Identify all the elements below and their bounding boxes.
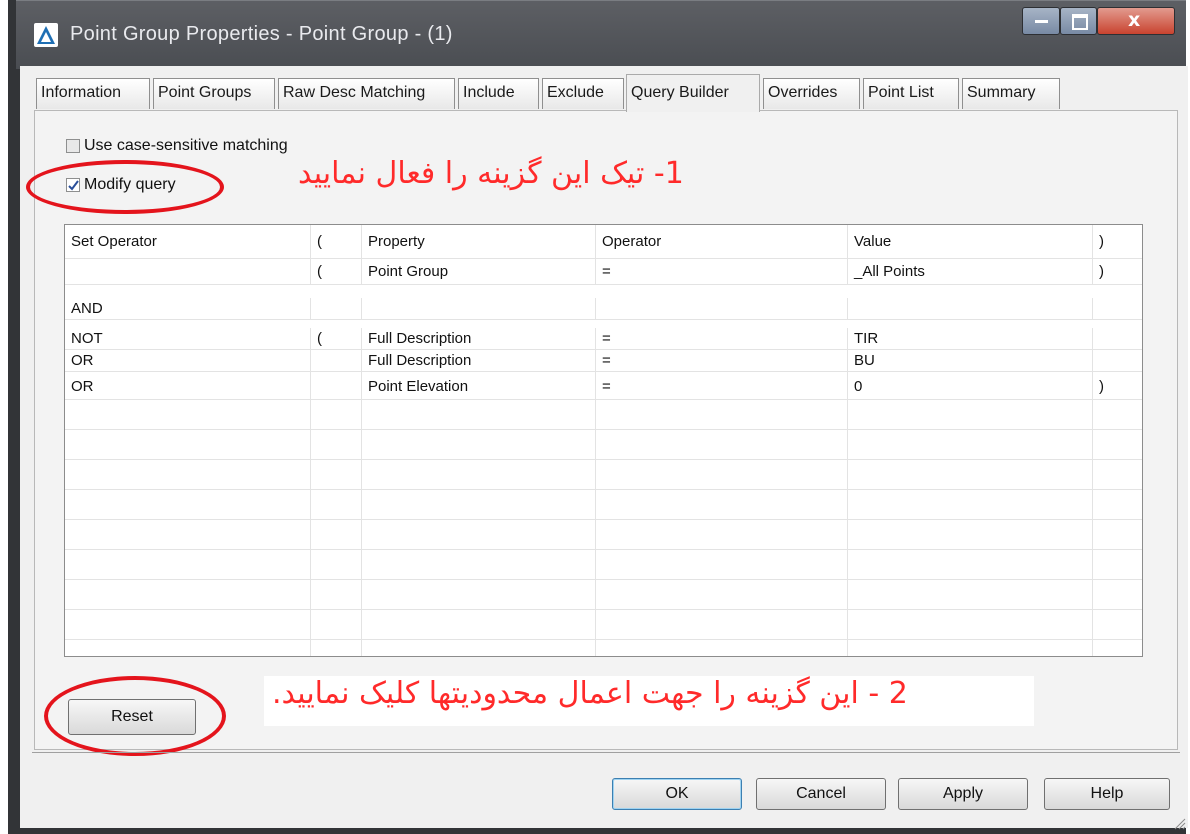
column-header-value[interactable]: Value bbox=[848, 225, 1093, 258]
query-grid[interactable]: Set Operator ( Property Operator Value )… bbox=[64, 224, 1143, 657]
cell-operator[interactable]: = bbox=[596, 350, 848, 371]
tab-information[interactable]: Information bbox=[36, 78, 150, 109]
cell-close-paren[interactable] bbox=[1093, 328, 1142, 349]
help-button[interactable]: Help bbox=[1044, 778, 1170, 810]
cell-operator[interactable] bbox=[596, 298, 848, 319]
cell-value[interactable]: _All Points bbox=[848, 259, 1093, 284]
window-title: Point Group Properties - Point Group - (… bbox=[70, 23, 453, 45]
close-icon: x bbox=[1128, 9, 1141, 31]
cell-operator[interactable]: = bbox=[596, 372, 848, 399]
cell-set-operator[interactable]: OR bbox=[65, 372, 311, 399]
cell-property[interactable]: Full Description bbox=[362, 328, 596, 349]
cell-set-operator[interactable] bbox=[65, 259, 311, 284]
column-header-set-operator[interactable]: Set Operator bbox=[65, 225, 311, 258]
title-bar[interactable]: Point Group Properties - Point Group - (… bbox=[16, 0, 1186, 69]
cell-value[interactable]: 0 bbox=[848, 372, 1093, 399]
cell-operator[interactable]: = bbox=[596, 328, 848, 349]
annotation-step-2: 2 - این گزینه را جهت اعمال محدودیتها کلی… bbox=[272, 676, 908, 711]
tab-exclude[interactable]: Exclude bbox=[542, 78, 624, 109]
tab-raw-desc-matching[interactable]: Raw Desc Matching bbox=[278, 78, 455, 109]
close-button[interactable]: x bbox=[1097, 7, 1175, 35]
footer-separator bbox=[32, 752, 1180, 753]
tab-overrides[interactable]: Overrides bbox=[763, 78, 860, 109]
empty-row bbox=[65, 640, 1142, 656]
cell-open-paren[interactable]: ( bbox=[311, 328, 362, 349]
tab-point-list[interactable]: Point List bbox=[863, 78, 959, 109]
cell-set-operator[interactable]: NOT bbox=[65, 328, 311, 349]
annotation-step-1: 1- تیک این گزینه را فعال نمایید bbox=[298, 156, 684, 191]
table-row[interactable]: OR Point Elevation = 0 ) bbox=[65, 372, 1142, 400]
tab-strip: Information Point Groups Raw Desc Matchi… bbox=[36, 74, 1086, 112]
column-header-close-paren[interactable]: ) bbox=[1093, 225, 1142, 258]
cell-close-paren[interactable] bbox=[1093, 298, 1142, 319]
cell-set-operator[interactable]: AND bbox=[65, 298, 311, 319]
cell-set-operator[interactable]: OR bbox=[65, 350, 311, 371]
column-header-open-paren[interactable]: ( bbox=[311, 225, 362, 258]
ok-button[interactable]: OK bbox=[612, 778, 742, 810]
table-row[interactable]: OR Full Description = BU bbox=[65, 350, 1142, 372]
empty-row bbox=[65, 580, 1142, 610]
empty-row bbox=[65, 430, 1142, 460]
column-header-property[interactable]: Property bbox=[362, 225, 596, 258]
minimize-icon bbox=[1035, 20, 1048, 23]
case-sensitive-checkbox-row[interactable]: Use case-sensitive matching bbox=[66, 137, 288, 155]
cell-close-paren[interactable] bbox=[1093, 350, 1142, 371]
table-row[interactable]: ( Point Group = _All Points ) bbox=[65, 259, 1142, 285]
tab-query-builder[interactable]: Query Builder bbox=[626, 74, 760, 112]
tab-point-groups[interactable]: Point Groups bbox=[153, 78, 275, 109]
maximize-icon bbox=[1072, 14, 1088, 30]
cell-close-paren[interactable]: ) bbox=[1093, 372, 1142, 399]
cell-property[interactable] bbox=[362, 298, 596, 319]
grid-header-row: Set Operator ( Property Operator Value ) bbox=[65, 225, 1142, 259]
cell-value[interactable]: TIR bbox=[848, 328, 1093, 349]
empty-row bbox=[65, 460, 1142, 490]
cancel-button[interactable]: Cancel bbox=[756, 778, 886, 810]
cell-value[interactable] bbox=[848, 298, 1093, 319]
resize-grip-icon[interactable] bbox=[1172, 816, 1186, 830]
maximize-button[interactable] bbox=[1060, 7, 1097, 35]
cell-property[interactable]: Full Description bbox=[362, 350, 596, 371]
empty-row bbox=[65, 400, 1142, 430]
case-sensitive-label: Use case-sensitive matching bbox=[84, 137, 288, 154]
cell-property[interactable]: Point Group bbox=[362, 259, 596, 284]
case-sensitive-checkbox[interactable] bbox=[66, 139, 80, 153]
table-row[interactable]: NOT ( Full Description = TIR bbox=[65, 328, 1142, 350]
empty-row bbox=[65, 610, 1142, 640]
minimize-button[interactable] bbox=[1022, 7, 1060, 35]
civil3d-app-icon bbox=[34, 23, 58, 47]
cell-value[interactable]: BU bbox=[848, 350, 1093, 371]
highlight-ellipse-modify-query bbox=[26, 160, 224, 214]
cell-operator[interactable]: = bbox=[596, 259, 848, 284]
cell-open-paren[interactable] bbox=[311, 298, 362, 319]
table-row[interactable]: AND bbox=[65, 298, 1142, 320]
cell-open-paren[interactable]: ( bbox=[311, 259, 362, 284]
cell-open-paren[interactable] bbox=[311, 372, 362, 399]
tab-include[interactable]: Include bbox=[458, 78, 539, 109]
cell-open-paren[interactable] bbox=[311, 350, 362, 371]
empty-row bbox=[65, 550, 1142, 580]
tab-summary[interactable]: Summary bbox=[962, 78, 1060, 109]
apply-button[interactable]: Apply bbox=[898, 778, 1028, 810]
empty-row bbox=[65, 490, 1142, 520]
highlight-ellipse-reset bbox=[44, 676, 226, 756]
empty-row bbox=[65, 520, 1142, 550]
column-header-operator[interactable]: Operator bbox=[596, 225, 848, 258]
cell-close-paren[interactable]: ) bbox=[1093, 259, 1142, 284]
cell-property[interactable]: Point Elevation bbox=[362, 372, 596, 399]
